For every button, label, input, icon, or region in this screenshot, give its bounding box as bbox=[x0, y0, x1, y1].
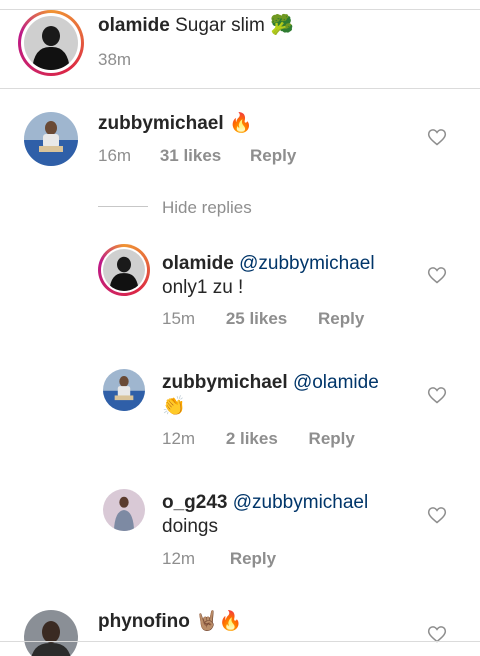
clap-emoji: 👏 bbox=[162, 396, 186, 417]
heart-outline-icon[interactable] bbox=[427, 265, 447, 285]
heart-outline-icon[interactable] bbox=[427, 385, 447, 405]
heart-outline-icon[interactable] bbox=[427, 127, 447, 147]
reply-mention[interactable]: @zubbymichael bbox=[239, 253, 374, 274]
reply-username[interactable]: zubbymichael bbox=[162, 372, 288, 393]
likes-count[interactable]: 31 likes bbox=[160, 146, 221, 165]
comment-meta: 38m bbox=[98, 50, 131, 70]
reply-text-line: o_g243 @zubbymichael bbox=[162, 491, 368, 515]
avatar-phynofino[interactable] bbox=[24, 610, 78, 656]
rock-fire-emoji: 🤘🏽🔥 bbox=[195, 611, 243, 632]
reply-username[interactable]: olamide bbox=[162, 253, 234, 274]
avatar-olamide[interactable] bbox=[24, 16, 78, 70]
comment-meta: 16m 31 likes Reply bbox=[98, 146, 296, 166]
comment-username[interactable]: olamide bbox=[98, 15, 170, 36]
reply-time: 12m bbox=[162, 549, 196, 568]
reply-username[interactable]: o_g243 bbox=[162, 492, 227, 513]
heart-outline-icon[interactable] bbox=[427, 505, 447, 525]
comment-time: 38m bbox=[98, 50, 132, 69]
comment-text-line: olamide Sugar slim 🥦 bbox=[98, 14, 294, 38]
comment-text-line: phynofino 🤘🏽🔥 bbox=[98, 610, 242, 634]
top-border bbox=[0, 0, 480, 10]
avatar-o_g243[interactable] bbox=[103, 489, 145, 531]
reply-time: 12m bbox=[162, 429, 196, 448]
comment-time: 16m bbox=[98, 146, 132, 165]
comment-body: Sugar slim bbox=[175, 15, 265, 36]
comment-username[interactable]: phynofino bbox=[98, 611, 190, 632]
likes-count[interactable]: 2 likes bbox=[226, 429, 278, 448]
reply-meta: 12m Reply bbox=[162, 549, 276, 569]
fire-emoji: 🔥 bbox=[228, 113, 253, 134]
comment-text-line: zubbymichael 🔥 bbox=[98, 112, 253, 136]
likes-count[interactable]: 25 likes bbox=[226, 309, 287, 328]
reply-mention[interactable]: @olamide bbox=[293, 372, 379, 393]
bottom-divider bbox=[0, 641, 480, 642]
reply-button[interactable]: Reply bbox=[250, 146, 296, 165]
reply-body: doings bbox=[162, 516, 218, 537]
caption-divider bbox=[0, 88, 480, 89]
avatar-zubbymichael[interactable] bbox=[24, 112, 78, 166]
avatar-olamide[interactable] bbox=[103, 249, 145, 291]
reply-time: 15m bbox=[162, 309, 196, 328]
reply-button[interactable]: Reply bbox=[318, 309, 364, 328]
reply-button[interactable]: Reply bbox=[309, 429, 355, 448]
comment-username[interactable]: zubbymichael bbox=[98, 113, 224, 134]
reply-mention[interactable]: @zubbymichael bbox=[233, 492, 368, 513]
reply-meta: 15m 25 likes Reply bbox=[162, 309, 364, 329]
reply-meta: 12m 2 likes Reply bbox=[162, 429, 355, 449]
broccoli-emoji: 🥦 bbox=[270, 15, 294, 36]
reply-button[interactable]: Reply bbox=[230, 549, 276, 568]
avatar-zubbymichael[interactable] bbox=[103, 369, 145, 411]
reply-text-line: zubbymichael @olamide bbox=[162, 371, 379, 395]
reply-body: only1 zu ! bbox=[162, 277, 244, 298]
hide-replies-line bbox=[98, 206, 148, 207]
reply-text-line: olamide @zubbymichael bbox=[162, 252, 375, 276]
hide-replies-button[interactable]: Hide replies bbox=[162, 198, 252, 218]
